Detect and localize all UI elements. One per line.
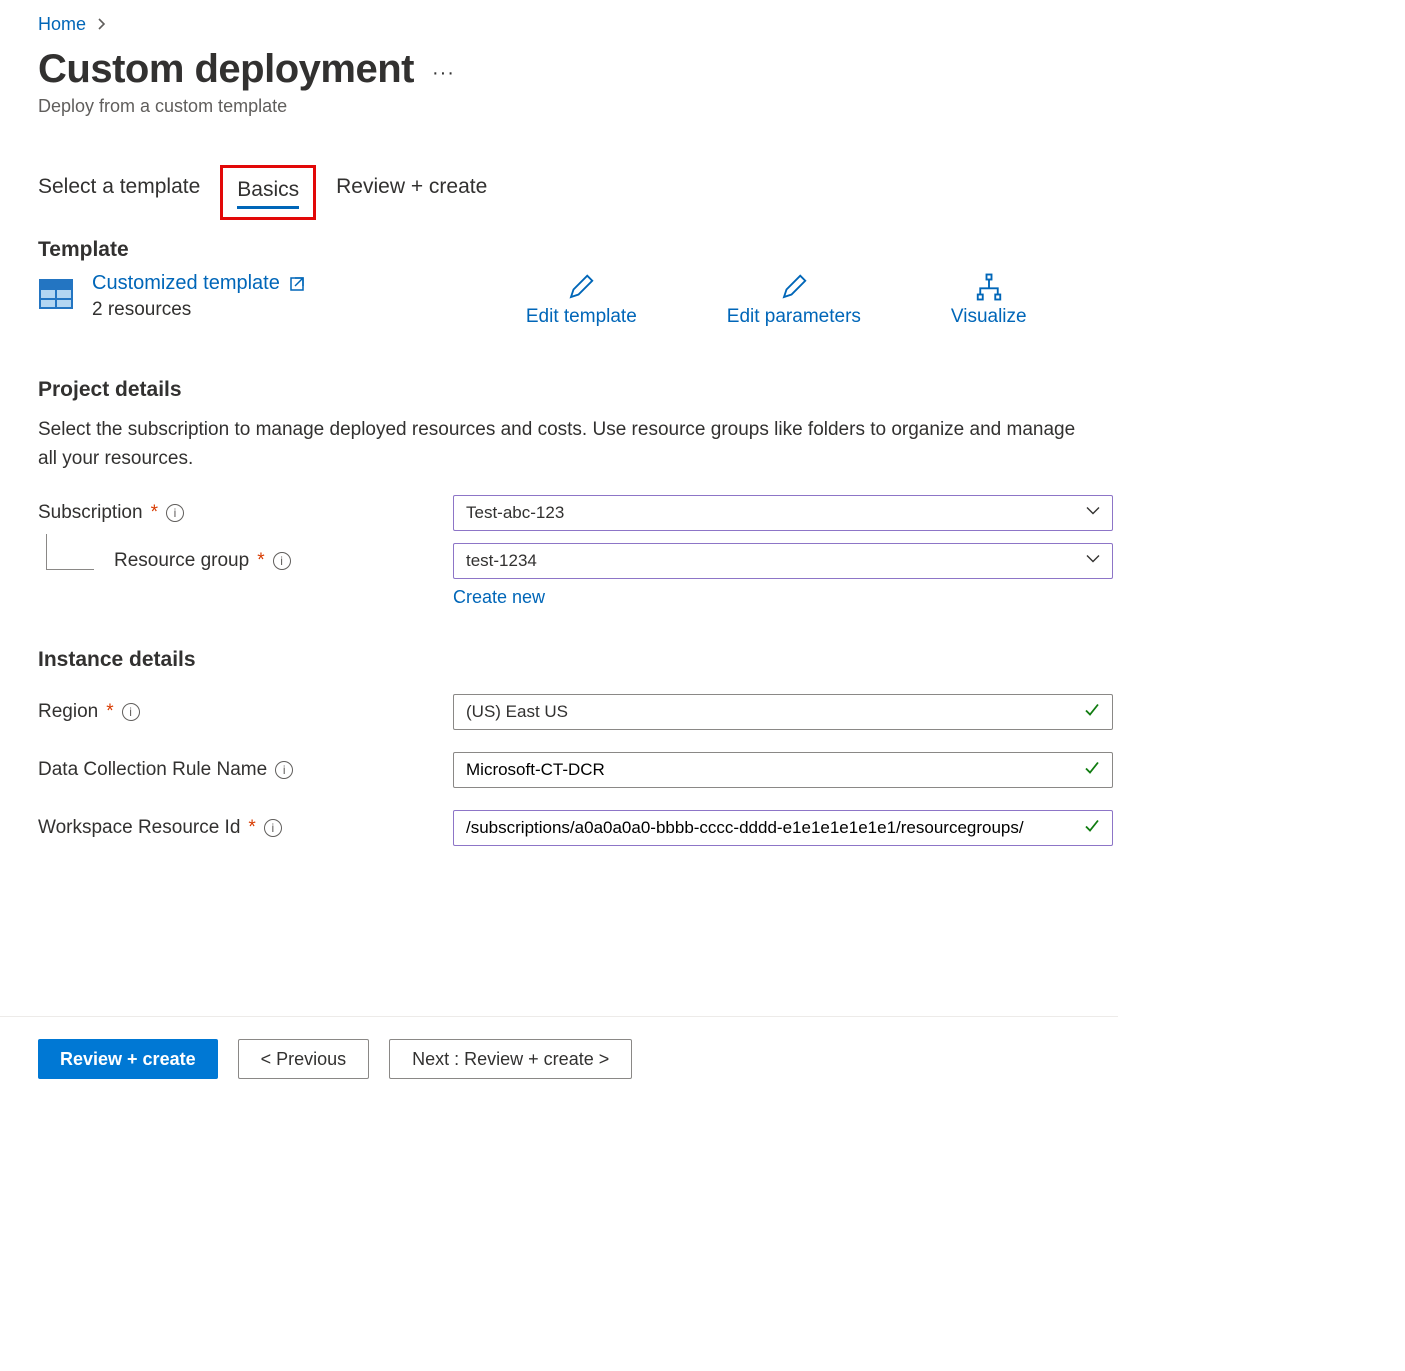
resource-group-value: test-1234 [466, 551, 537, 571]
edit-template-action[interactable]: Edit template [526, 272, 637, 328]
template-resource-count: 2 resources [92, 299, 306, 321]
region-label: Region [38, 701, 98, 723]
region-value: (US) East US [466, 702, 568, 722]
workspace-id-label: Workspace Resource Id [38, 817, 240, 839]
dcr-name-input[interactable] [453, 752, 1113, 788]
more-menu-icon[interactable]: ··· [432, 62, 455, 85]
pencil-icon [779, 272, 809, 302]
tree-connector [38, 552, 94, 570]
highlight-box: Basics [220, 165, 316, 220]
review-create-button[interactable]: Review + create [38, 1039, 218, 1079]
check-icon [1083, 701, 1101, 724]
customized-template-link[interactable]: Customized template [92, 272, 306, 295]
chevron-down-icon [1085, 503, 1101, 524]
check-icon [1083, 817, 1101, 840]
create-new-link[interactable]: Create new [453, 587, 545, 607]
project-details-description: Select the subscription to manage deploy… [38, 416, 1078, 473]
previous-button[interactable]: < Previous [238, 1039, 370, 1079]
required-mark: * [257, 550, 264, 572]
required-mark: * [248, 817, 255, 839]
pencil-icon [566, 272, 596, 302]
template-heading: Template [38, 238, 1405, 262]
info-icon[interactable]: i [264, 819, 282, 837]
dcr-name-label: Data Collection Rule Name [38, 759, 267, 781]
info-icon[interactable]: i [273, 552, 291, 570]
edit-parameters-label: Edit parameters [727, 306, 861, 328]
customized-template-label: Customized template [92, 272, 280, 295]
info-icon[interactable]: i [166, 504, 184, 522]
chevron-right-icon [96, 14, 108, 35]
subscription-label: Subscription [38, 502, 143, 524]
hierarchy-icon [974, 272, 1004, 302]
edit-template-label: Edit template [526, 306, 637, 328]
footer: Review + create < Previous Next : Review… [38, 1017, 1405, 1109]
info-icon[interactable]: i [122, 703, 140, 721]
breadcrumb: Home [38, 0, 1405, 35]
resource-group-label: Resource group [102, 550, 249, 572]
open-icon [288, 275, 306, 293]
next-button[interactable]: Next : Review + create > [389, 1039, 632, 1079]
tabs: Select a template Basics Review + create [38, 171, 1405, 212]
required-mark: * [151, 502, 158, 524]
visualize-action[interactable]: Visualize [951, 272, 1027, 328]
edit-parameters-action[interactable]: Edit parameters [727, 272, 861, 328]
info-icon[interactable]: i [275, 761, 293, 779]
tab-select-template[interactable]: Select a template [38, 171, 200, 212]
breadcrumb-home[interactable]: Home [38, 14, 86, 35]
tab-review-create[interactable]: Review + create [336, 171, 487, 212]
page-subtitle: Deploy from a custom template [38, 96, 1405, 117]
subscription-select[interactable]: Test-abc-123 [453, 495, 1113, 531]
project-details-heading: Project details [38, 378, 1405, 402]
chevron-down-icon [1085, 551, 1101, 572]
subscription-value: Test-abc-123 [466, 503, 564, 523]
instance-details-heading: Instance details [38, 648, 1405, 672]
check-icon [1083, 759, 1101, 782]
tab-basics[interactable]: Basics [237, 174, 299, 209]
page-title: Custom deployment [38, 47, 414, 92]
workspace-id-input[interactable] [453, 810, 1113, 846]
visualize-label: Visualize [951, 306, 1027, 328]
resource-group-select[interactable]: test-1234 [453, 543, 1113, 579]
required-mark: * [106, 701, 113, 723]
region-select[interactable]: (US) East US [453, 694, 1113, 730]
template-icon [38, 276, 74, 317]
